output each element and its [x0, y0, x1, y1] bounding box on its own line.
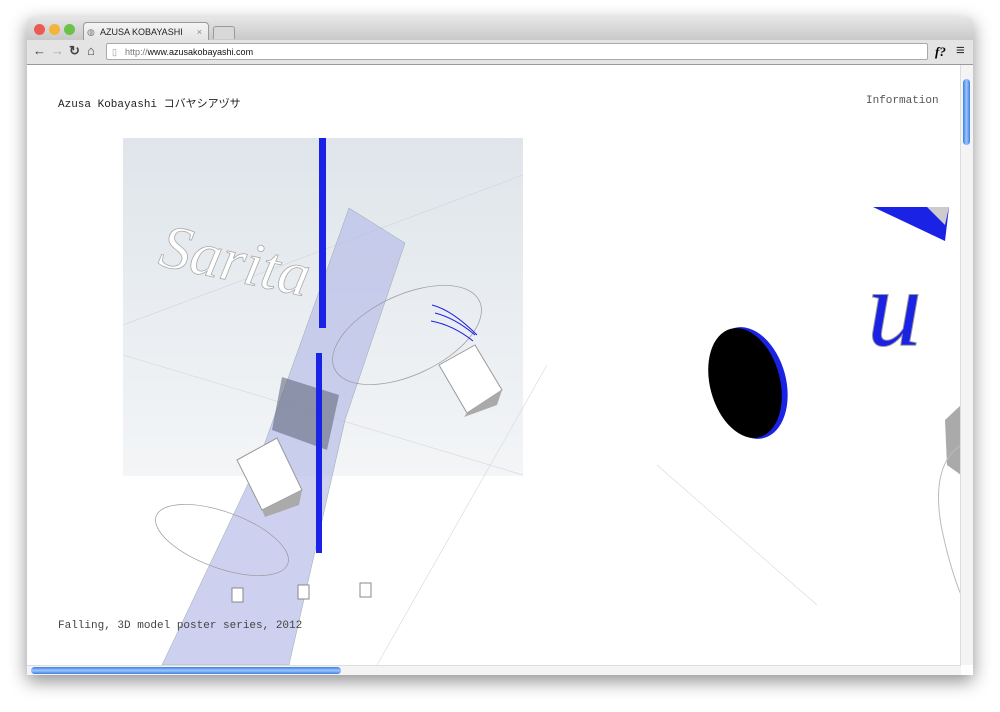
artwork-3d-render: Sarita u	[122, 138, 961, 665]
blue-letters: u	[867, 247, 922, 369]
page-icon: ▯	[112, 47, 117, 57]
address-bar[interactable]: ▯ http://www.azusakobayashi.com	[106, 43, 928, 60]
grey-block	[945, 405, 961, 475]
blue-bar	[316, 353, 322, 553]
url-host: www.azusakobayashi.com	[147, 47, 254, 57]
extension-button[interactable]: f?	[935, 44, 946, 60]
tab-close-icon[interactable]: ×	[197, 23, 202, 41]
tab-title: AZUSA KOBAYASHI	[100, 27, 183, 37]
new-tab-button[interactable]	[213, 26, 235, 39]
zoom-window-button[interactable]	[64, 24, 75, 35]
page-content: Azusa Kobayashi コバヤシアヅサ Information Sari…	[27, 65, 961, 665]
vertical-scroll-thumb[interactable]	[963, 79, 970, 145]
menu-icon[interactable]: ≡	[956, 42, 965, 59]
vertical-scrollbar[interactable]	[960, 65, 973, 665]
minimize-window-button[interactable]	[49, 24, 60, 35]
tab-bar: ◍ AZUSA KOBAYASHI ×	[27, 17, 973, 40]
blue-bar	[319, 138, 326, 328]
artwork-caption: Falling, 3D model poster series, 2012	[58, 620, 303, 632]
home-icon[interactable]: ⌂	[87, 43, 95, 58]
browser-window: ◍ AZUSA KOBAYASHI × ← → ↻ ⌂ ▯ http://www…	[27, 17, 973, 675]
horizontal-scrollbar[interactable]	[27, 665, 961, 675]
close-window-button[interactable]	[34, 24, 45, 35]
reload-icon[interactable]: ↻	[69, 43, 80, 59]
globe-icon: ◍	[87, 27, 95, 37]
url-prefix: http://	[125, 47, 148, 57]
horizontal-scroll-thumb[interactable]	[31, 667, 341, 674]
small-cube	[231, 587, 244, 603]
small-cube	[297, 584, 310, 600]
forward-icon[interactable]: →	[51, 43, 64, 58]
black-disc	[708, 328, 782, 438]
back-icon[interactable]: ←	[33, 43, 46, 58]
toolbar: ← → ↻ ⌂ ▯ http://www.azusakobayashi.com …	[27, 40, 973, 65]
tab-azusa-kobayashi[interactable]: ◍ AZUSA KOBAYASHI ×	[83, 22, 209, 40]
small-cube	[359, 582, 372, 598]
